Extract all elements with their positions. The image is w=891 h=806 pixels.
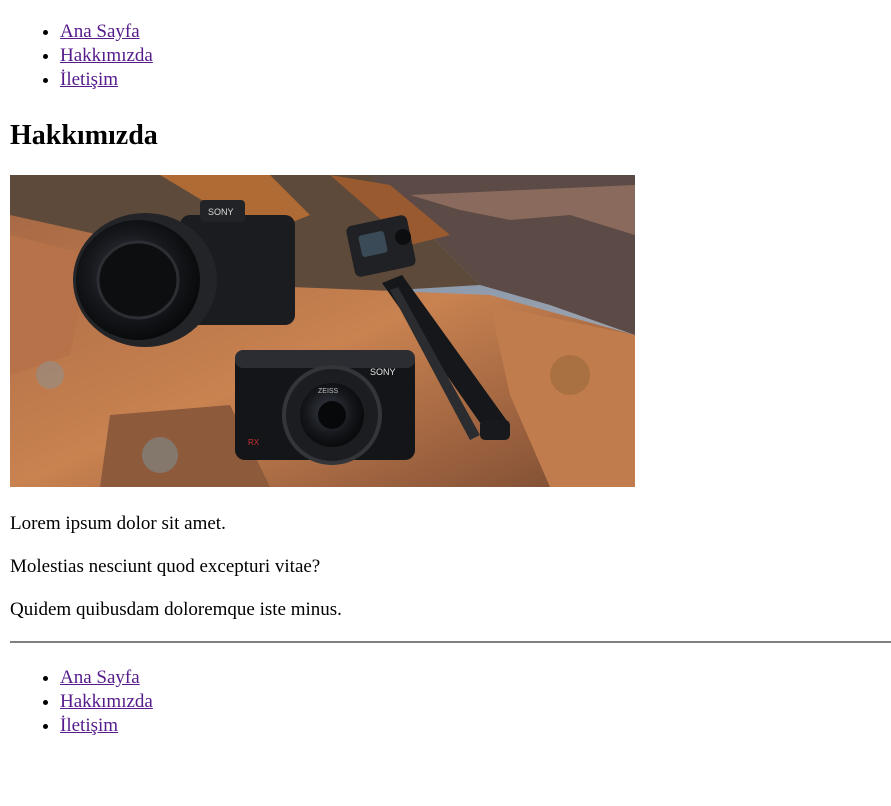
footer-nav-link-home[interactable]: Ana Sayfa (60, 667, 140, 688)
footer-nav-link-contact[interactable]: İletişim (60, 715, 118, 736)
nav-link-contact[interactable]: İletişim (60, 69, 118, 90)
paragraph-2: Molestias nesciunt quod excepturi vitae? (10, 556, 321, 577)
footer-nav-item-about: Hakkımızda (60, 690, 891, 714)
footer-nav-item-home: Ana Sayfa (60, 666, 891, 690)
hero-compact-brand: SONY (370, 367, 396, 377)
paragraph-1: Lorem ipsum dolor sit amet. (10, 513, 226, 534)
nav-link-home[interactable]: Ana Sayfa (60, 21, 140, 42)
nav-item-contact: İletişim (60, 68, 891, 92)
nav-item-home: Ana Sayfa (60, 20, 891, 44)
footer-nav-link-about[interactable]: Hakkımızda (60, 691, 153, 712)
hero-image: SONY SONY ZEISS RX (10, 175, 635, 487)
footer-nav-item-contact: İletişim (60, 714, 891, 738)
top-nav: Ana Sayfa Hakkımızda İletişim (10, 0, 891, 92)
bottom-nav: Ana Sayfa Hakkımızda İletişim (10, 643, 891, 738)
page: Ana Sayfa Hakkımızda İletişim Hakkımızda (0, 0, 891, 621)
hero-lens-brand: ZEISS (318, 388, 339, 395)
hero-camera-brand: SONY (208, 207, 234, 217)
nav-link-about[interactable]: Hakkımızda (60, 45, 153, 66)
hero-image-illustration: SONY SONY ZEISS RX (10, 175, 635, 487)
page-title: Hakkımızda (10, 120, 158, 151)
nav-item-about: Hakkımızda (60, 44, 891, 68)
paragraph-3: Quidem quibusdam doloremque iste minus. (10, 599, 342, 620)
hero-model-badge: RX (248, 438, 260, 447)
footer: Ana Sayfa Hakkımızda İletişim (0, 643, 891, 738)
